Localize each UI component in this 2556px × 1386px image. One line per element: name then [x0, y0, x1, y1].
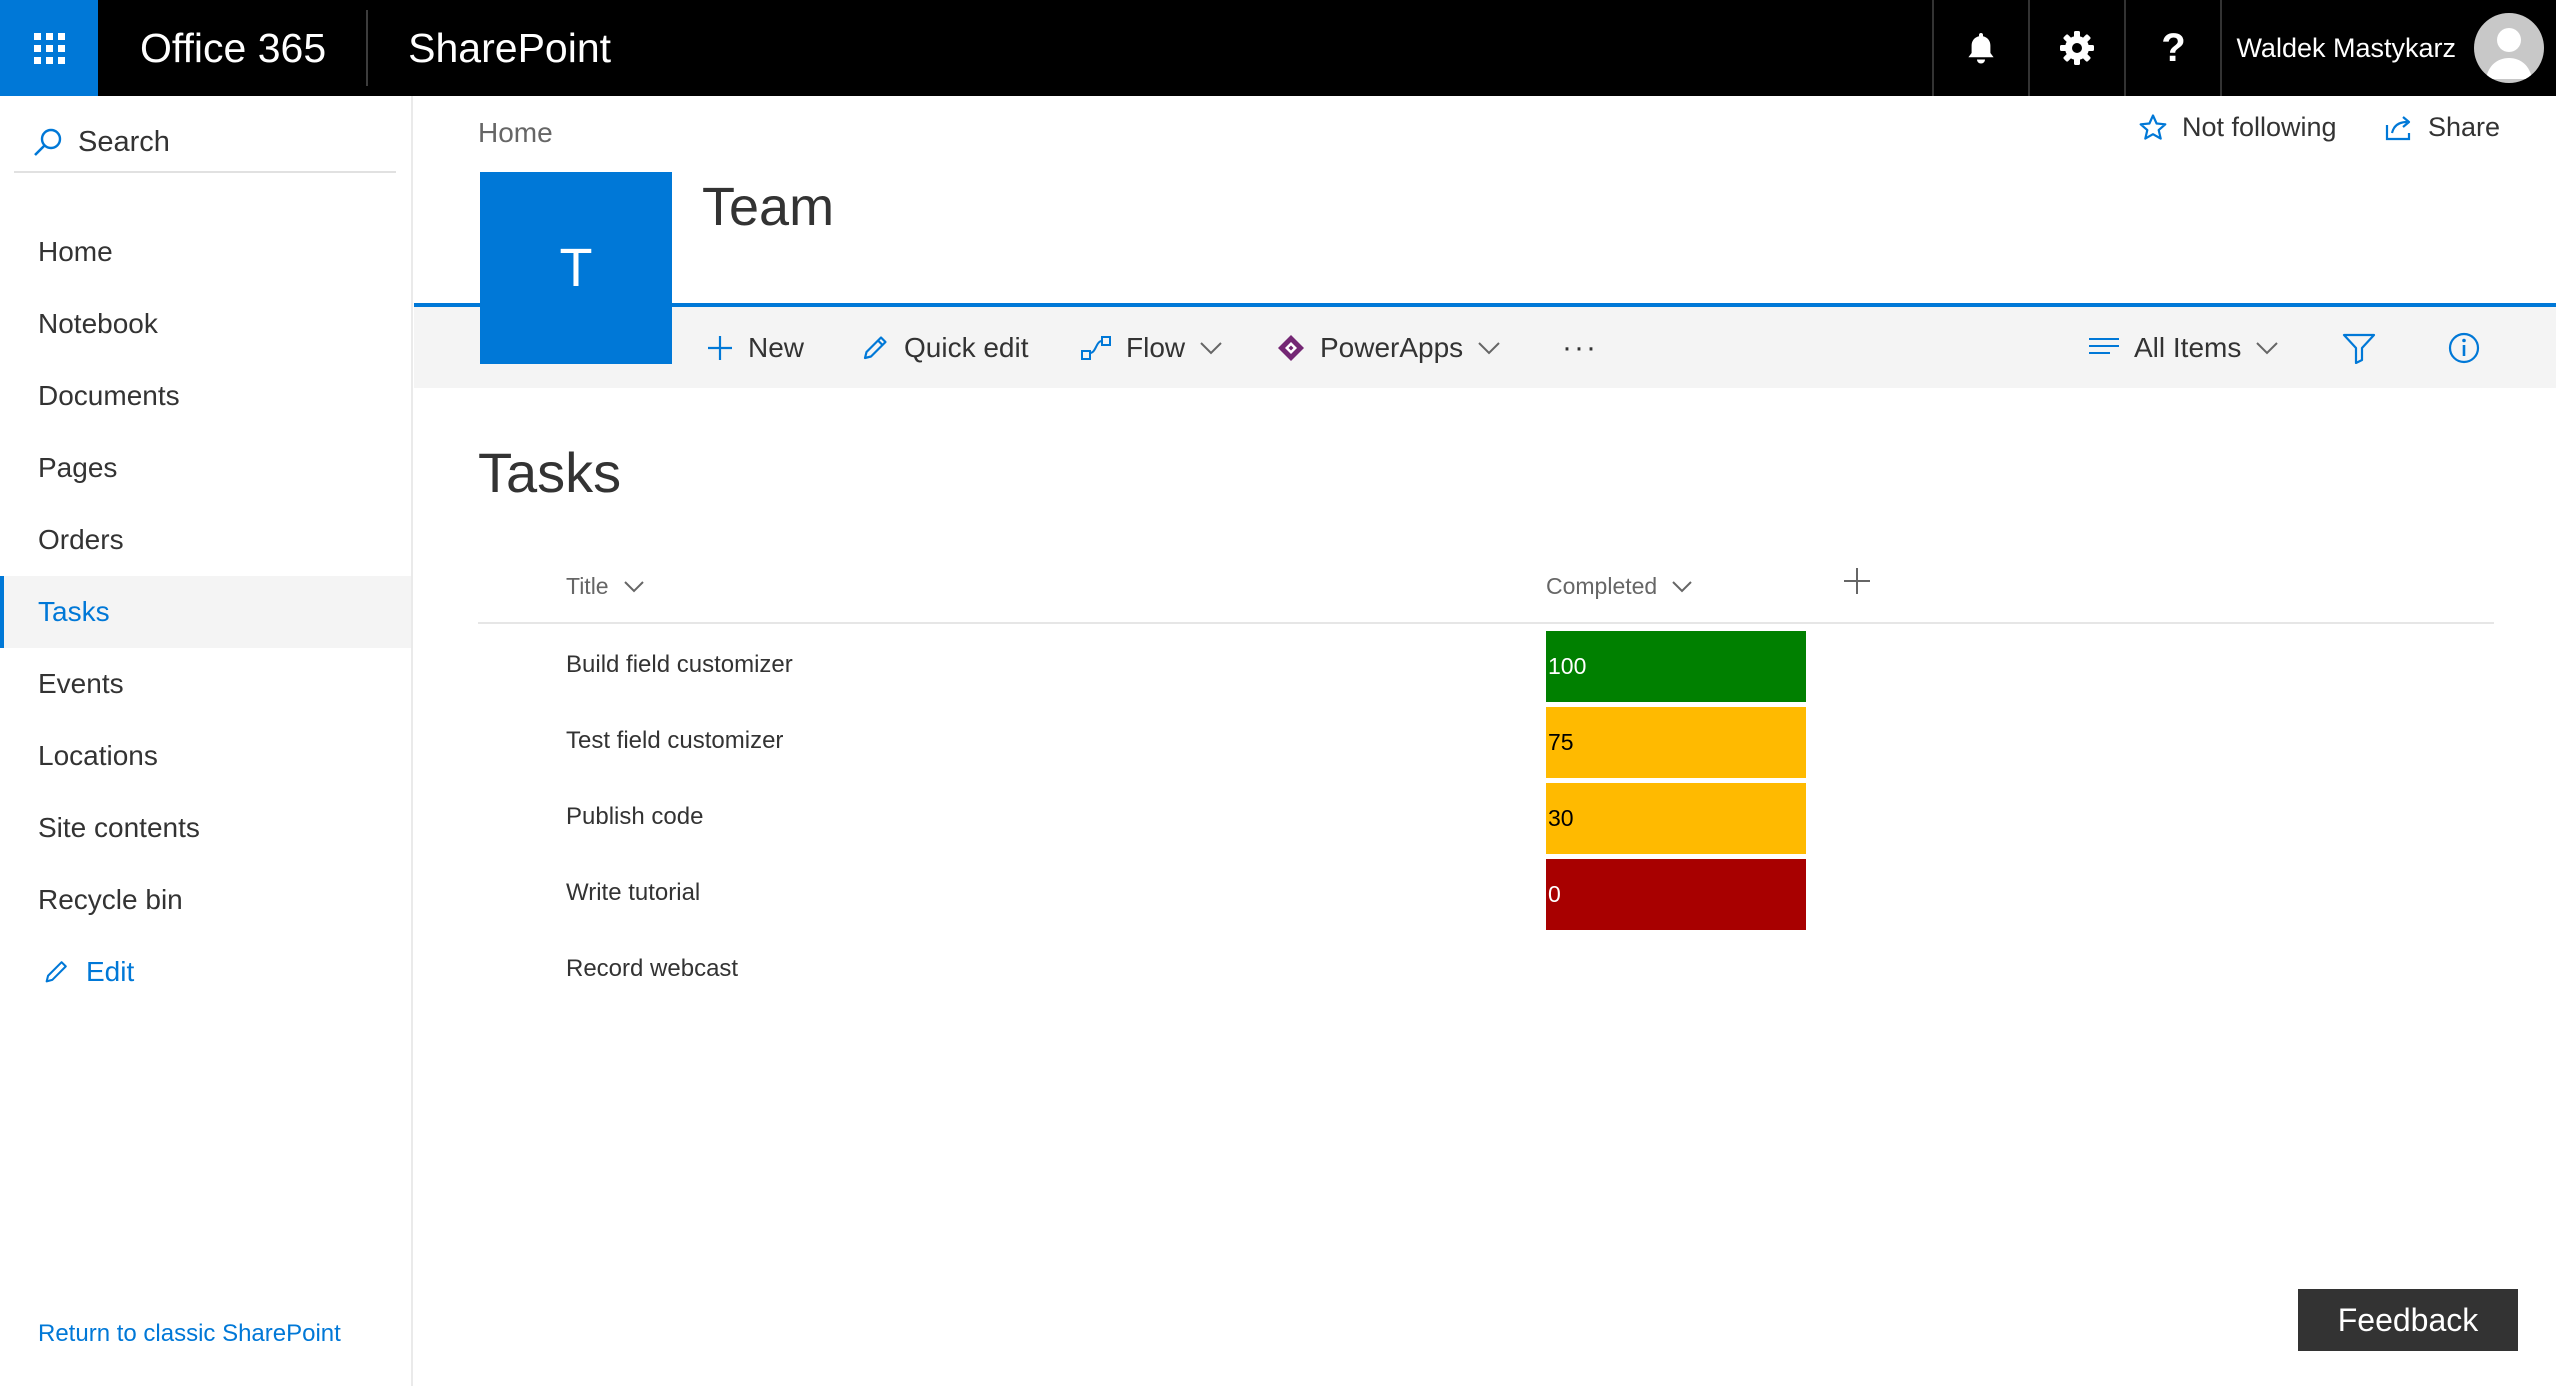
follow-label: Not following — [2182, 112, 2337, 142]
suite-bar: Office 365 SharePoint ? Waldek Mastykarz — [0, 0, 2556, 96]
sidebar-item-locations[interactable]: Locations — [0, 720, 411, 792]
task-title[interactable]: Publish code — [566, 779, 703, 855]
flow-button[interactable]: Flow — [1080, 307, 1223, 388]
column-completed-label: Completed — [1546, 572, 1658, 599]
completed-value: 30 — [1546, 783, 1806, 854]
table-row[interactable]: Test field customizer 75 — [478, 703, 2494, 779]
header-row-divider — [478, 622, 2494, 624]
sharepoint-link[interactable]: SharePoint — [368, 0, 611, 96]
sidebar-item-events[interactable]: Events — [0, 648, 411, 720]
share-label: Share — [2428, 112, 2501, 142]
nav-edit-label: Edit — [86, 956, 135, 987]
powerapps-icon — [1276, 333, 1306, 363]
view-selector[interactable]: All Items — [2088, 307, 2279, 388]
sidebar-item-pages[interactable]: Pages — [0, 432, 411, 504]
column-header-completed[interactable]: Completed — [1546, 568, 1693, 604]
table-row[interactable]: Write tutorial 0 — [478, 855, 2494, 931]
question-mark-icon: ? — [2161, 25, 2186, 70]
share-icon — [2384, 113, 2414, 143]
filter-button[interactable] — [2342, 307, 2376, 388]
share-button[interactable]: Share — [2384, 112, 2500, 143]
sidebar-item-orders[interactable]: Orders — [0, 504, 411, 576]
new-button[interactable]: New — [706, 307, 804, 388]
sidebar-item-home[interactable]: Home — [0, 216, 411, 288]
pencil-icon — [42, 958, 70, 986]
flow-label: Flow — [1126, 331, 1186, 363]
sidebar-item-notebook[interactable]: Notebook — [0, 288, 411, 360]
sidebar-item-site-contents[interactable]: Site contents — [0, 792, 411, 864]
return-to-classic-link[interactable]: Return to classic SharePoint — [38, 1320, 341, 1348]
nav-list: Home Notebook Documents Pages Orders Tasks Eve… — [0, 216, 411, 1008]
bell-icon — [1968, 33, 1995, 64]
sidebar-item-documents[interactable]: Documents — [0, 360, 411, 432]
breadcrumb[interactable]: Home — [478, 117, 553, 149]
pencil-icon — [860, 333, 890, 363]
sidebar-item-recycle-bin[interactable]: Recycle bin — [0, 864, 411, 936]
completed-value: 0 — [1546, 859, 1806, 930]
completed-value: 100 — [1546, 631, 1806, 702]
chevron-down-icon — [2255, 341, 2279, 355]
completed-value: 75 — [1546, 707, 1806, 778]
table-row[interactable]: Publish code 30 — [478, 779, 2494, 855]
user-name: Waldek Mastykarz — [2236, 32, 2456, 63]
sidebar-item-tasks[interactable]: Tasks — [0, 576, 411, 648]
plus-icon — [706, 334, 734, 362]
user-menu[interactable]: Waldek Mastykarz — [2220, 0, 2556, 96]
chevron-down-icon — [1199, 341, 1223, 355]
avatar — [2474, 13, 2544, 83]
column-header-title[interactable]: Title — [566, 568, 645, 604]
nav-edit-button[interactable]: Edit — [0, 936, 411, 1008]
waffle-icon — [33, 32, 65, 64]
site-logo[interactable]: T — [480, 172, 672, 364]
search-label: Search — [78, 125, 170, 158]
left-navigation: Search Home Notebook Documents Pages Orders T… — [0, 96, 413, 1386]
quick-edit-button[interactable]: Quick edit — [860, 307, 1029, 388]
task-title[interactable]: Write tutorial — [566, 855, 700, 931]
table-row[interactable]: Build field customizer 100 — [478, 627, 2494, 703]
app-launcher-button[interactable] — [0, 0, 98, 96]
site-title[interactable]: Team — [702, 176, 834, 238]
info-pane-button[interactable] — [2448, 307, 2480, 388]
feedback-button[interactable]: Feedback — [2298, 1289, 2518, 1351]
follow-button[interactable]: Not following — [2138, 112, 2337, 143]
search-box[interactable]: Search — [14, 113, 396, 173]
column-title-label: Title — [566, 572, 609, 599]
add-column-button[interactable] — [1842, 566, 1872, 596]
info-icon — [2448, 332, 2480, 363]
notifications-button[interactable] — [1932, 0, 2028, 96]
search-icon — [32, 126, 64, 158]
table-row[interactable]: Record webcast — [478, 931, 2494, 1007]
task-title[interactable]: Test field customizer — [566, 703, 783, 779]
chevron-down-icon — [1477, 341, 1501, 355]
view-label: All Items — [2134, 331, 2242, 363]
star-icon — [2138, 113, 2168, 143]
list-lines-icon — [2088, 336, 2120, 360]
help-button[interactable]: ? — [2124, 0, 2220, 96]
gear-icon — [2060, 31, 2095, 65]
chevron-down-icon — [623, 580, 645, 593]
command-bar: New Quick edit Flow PowerApps ··· All It… — [414, 307, 2556, 388]
powerapps-button[interactable]: PowerApps — [1276, 307, 1501, 388]
more-options-button[interactable]: ··· — [1562, 307, 1598, 388]
flow-icon — [1080, 333, 1112, 363]
task-title[interactable]: Build field customizer — [566, 627, 793, 703]
task-title[interactable]: Record webcast — [566, 931, 738, 1007]
chevron-down-icon — [1671, 580, 1693, 593]
settings-button[interactable] — [2028, 0, 2124, 96]
quick-edit-label: Quick edit — [904, 331, 1029, 363]
plus-icon — [1844, 568, 1870, 594]
powerapps-label: PowerApps — [1320, 331, 1464, 363]
filter-icon — [2342, 333, 2376, 364]
new-label: New — [748, 331, 805, 363]
list-title: Tasks — [478, 441, 622, 504]
office-365-link[interactable]: Office 365 — [98, 10, 369, 86]
person-icon — [2486, 28, 2532, 79]
